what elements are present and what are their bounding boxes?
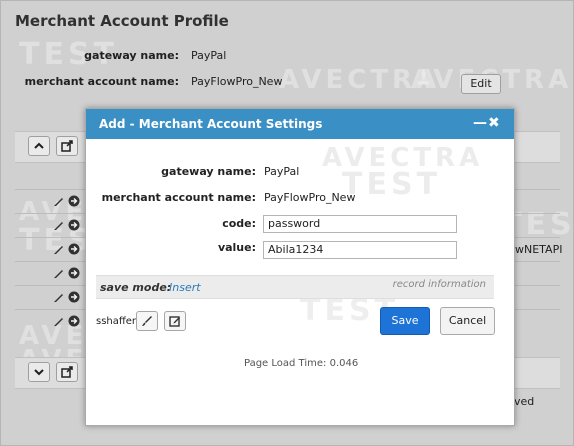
record-information-link[interactable]: record information [393, 279, 486, 290]
cancel-button[interactable]: Cancel [440, 307, 495, 335]
merchant-settings-dialog: Add - Merchant Account Settings — ✖ AVEC… [85, 108, 515, 426]
save-mode-label: save mode: [100, 281, 172, 294]
user-name: sshaffer [96, 316, 137, 327]
dialog-gateway-name-label: gateway name: [161, 165, 256, 178]
minimize-icon[interactable]: — [473, 116, 487, 130]
brush-icon [142, 316, 152, 326]
dialog-title: Add - Merchant Account Settings [99, 117, 323, 131]
code-label: code: [222, 217, 256, 230]
code-input[interactable]: password [263, 215, 457, 233]
value-label: value: [217, 241, 256, 254]
save-mode-value: Insert [169, 281, 201, 294]
edit-note-button[interactable] [164, 311, 186, 331]
brush-button[interactable] [136, 311, 158, 331]
page-load-time: Page Load Time: 0.046 [244, 358, 359, 369]
dialog-merchant-account-name-label: merchant account name: [101, 191, 256, 204]
save-mode-bar: save mode: Insert record information [96, 275, 494, 299]
dialog-header: Add - Merchant Account Settings — ✖ [86, 109, 514, 139]
close-icon[interactable]: ✖ [488, 116, 500, 130]
dialog-gateway-name-value: PayPal [264, 165, 300, 178]
value-input[interactable]: Abila1234 [263, 241, 457, 259]
save-button[interactable]: Save [380, 307, 430, 335]
dialog-merchant-account-name-value: PayFlowPro_New [264, 191, 356, 204]
edit-note-icon [169, 316, 180, 327]
watermark-text: TEST [342, 167, 442, 202]
